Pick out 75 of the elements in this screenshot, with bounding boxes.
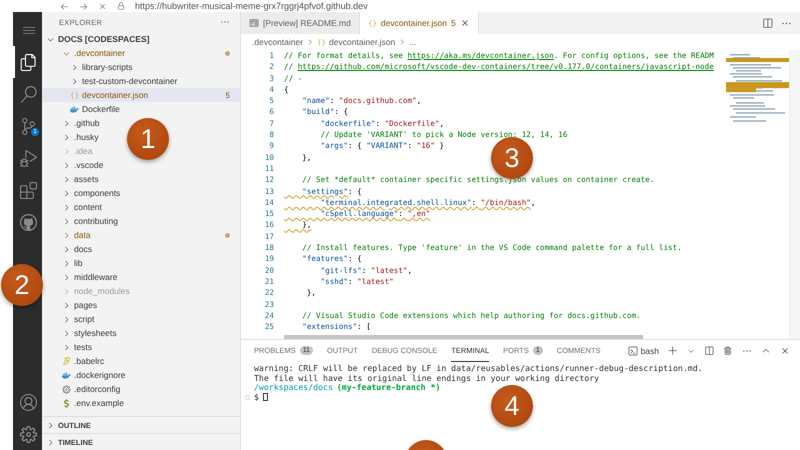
- editor-tab[interactable]: devcontainer.json 5: [360, 12, 479, 34]
- chevron-down-icon[interactable]: [687, 347, 695, 355]
- modified-dot: [225, 232, 230, 238]
- folder-item[interactable]: content: [74, 202, 102, 212]
- folder-item[interactable]: docs: [74, 244, 92, 254]
- chevron-right-icon: [398, 38, 406, 46]
- chevron-right-icon: [306, 38, 314, 46]
- file-item[interactable]: .dockerignore: [74, 370, 126, 380]
- add-icon[interactable]: [668, 346, 678, 356]
- github-icon[interactable]: [20, 214, 37, 230]
- vertical-scrollbar[interactable]: [789, 50, 800, 339]
- file-item[interactable]: .babelrc: [74, 356, 104, 366]
- settings-icon[interactable]: [20, 426, 37, 442]
- modified-dot: [225, 50, 230, 56]
- back-icon[interactable]: [60, 2, 69, 10]
- terminal-output: The file will have its original line endings in your working directory: [254, 374, 600, 383]
- folder-item[interactable]: middleware: [74, 272, 118, 282]
- whale-icon: [70, 104, 79, 114]
- extensions-icon[interactable]: [20, 182, 37, 198]
- file-item[interactable]: .env.example: [74, 398, 124, 408]
- folder-item[interactable]: stylesheets: [74, 328, 117, 338]
- dollar-icon: [62, 398, 71, 408]
- text-cursor: [262, 393, 268, 402]
- folder-item[interactable]: contributing: [74, 216, 118, 226]
- folder-item[interactable]: assets: [74, 174, 99, 184]
- whale-icon: [62, 370, 71, 380]
- folder-item[interactable]: library-scripts: [82, 62, 133, 72]
- terminal-output: warning: CRLF will be replaced by LF in data/reusables/actions/runner-debug-description.md.: [254, 364, 703, 374]
- breadcrumb-item[interactable]: devcontainer.json: [329, 37, 396, 47]
- search-icon[interactable]: [20, 86, 37, 102]
- editor-tab[interactable]: [Preview] README.md: [241, 12, 360, 34]
- folder-item[interactable]: .husky: [74, 132, 99, 142]
- prompt-path: /workspaces/docs: [254, 383, 333, 392]
- folder-item[interactable]: script: [74, 314, 94, 324]
- url-text[interactable]: https://hubwriter-musical-meme-grx7rggrj4pfvof.github.dev: [135, 0, 368, 12]
- folder-item[interactable]: pages: [74, 300, 98, 310]
- preview-icon: [249, 18, 259, 28]
- terminal-icon: [628, 346, 638, 356]
- split-editor-icon[interactable]: [762, 18, 773, 28]
- breadcrumb-item[interactable]: ...: [409, 37, 416, 47]
- trash-icon[interactable]: [723, 346, 733, 356]
- prompt-symbol: $: [254, 392, 259, 402]
- folder-item[interactable]: tests: [74, 342, 92, 352]
- folder-item[interactable]: .github: [74, 118, 100, 128]
- close-icon[interactable]: [98, 2, 107, 10]
- lock-icon: [117, 2, 125, 10]
- folder-item[interactable]: .devcontainer: [74, 48, 126, 58]
- workspace-item[interactable]: DOCS [CODESPACES]: [42, 32, 240, 46]
- problem-count: 5: [226, 90, 230, 100]
- folder-item[interactable]: data: [74, 230, 91, 240]
- folder-item[interactable]: .vscode: [74, 160, 104, 170]
- menu-icon[interactable]: [22, 24, 34, 36]
- braces-icon: [317, 38, 326, 46]
- folder-item[interactable]: test-custom-devcontainer: [82, 76, 178, 86]
- file-item[interactable]: .editorconfig: [74, 384, 120, 394]
- prompt-branch: (my-feature-branch *): [336, 383, 440, 392]
- close-icon[interactable]: [780, 346, 790, 356]
- file-item[interactable]: Dockerfile: [82, 104, 120, 114]
- forward-icon[interactable]: [79, 2, 88, 10]
- source-control-icon[interactable]: [20, 118, 37, 134]
- run-debug-icon[interactable]: [20, 150, 37, 166]
- gear-icon: [62, 384, 71, 394]
- braces-icon: [70, 90, 79, 100]
- files-icon[interactable]: [20, 54, 37, 70]
- file-item[interactable]: devcontainer.json 5: [42, 88, 240, 102]
- account-icon[interactable]: [20, 394, 37, 410]
- close-icon[interactable]: [460, 18, 470, 28]
- braces-icon: [368, 18, 377, 28]
- folder-item[interactable]: lib: [74, 258, 83, 268]
- horizontal-scrollbar[interactable]: [284, 335, 643, 339]
- breadcrumb-item[interactable]: .devcontainer: [252, 37, 304, 47]
- babel-icon: [62, 356, 71, 366]
- folder-item[interactable]: components: [74, 188, 120, 198]
- shell-selector[interactable]: bash: [628, 346, 659, 356]
- split-terminal-icon[interactable]: [704, 346, 714, 356]
